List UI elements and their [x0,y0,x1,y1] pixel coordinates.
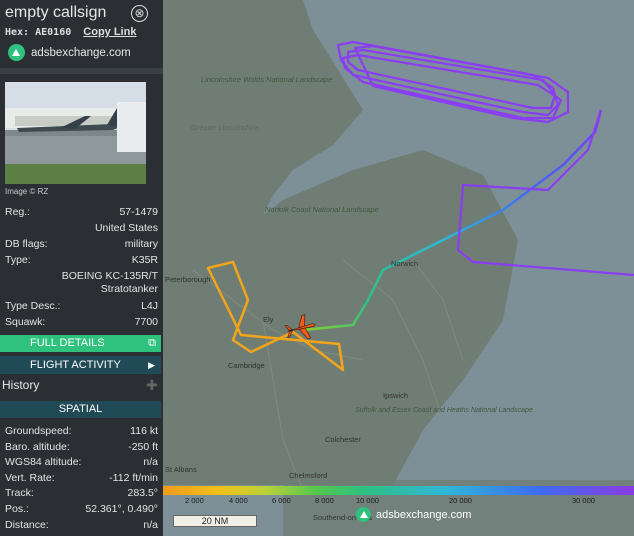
legend-label: 8 000 [315,496,334,505]
adsb-link[interactable]: adsbexchange.com [8,44,131,61]
legend-label: 6 000 [272,496,291,505]
map-brand-logo: adsbexchange.com [356,507,471,522]
spatial-row: Distance: n/a [5,518,158,531]
aircraft-info-panel: empty callsign ⊗ Hex: AE0160 Copy Link a… [0,0,163,536]
place-label-chelmsford: Chelmsford [289,471,327,480]
divider [0,68,163,74]
map-canvas[interactable]: Lincolnshire Wolds National Landscape Gr… [163,0,634,536]
place-label-st-albans: St Albans [165,465,197,474]
detail-row: Squawk: 7700 [5,316,158,328]
hex-value: AE0160 [35,27,72,38]
spatial-row: WGS84 altitude: n/a [5,456,158,469]
altitude-legend-bar [163,486,634,495]
place-label-norwich: Norwich [391,259,418,268]
spatial-row: Track: 283.5° [5,487,158,500]
close-button[interactable]: ⊗ [131,5,148,22]
spatial-row: Baro. altitude: -250 ft [5,440,158,453]
photo-credit: Image © RZ [5,187,49,196]
place-label-ipswich: Ipswich [383,391,408,400]
history-header[interactable]: History [2,378,39,392]
place-label-peterborough: Peterborough [165,275,210,284]
adsb-link-text[interactable]: adsbexchange.com [31,47,131,59]
hex-row: Hex: AE0160 Copy Link [5,26,136,38]
flight-activity-button[interactable]: FLIGHT ACTIVITY ▶ [0,356,161,374]
detail-row: Type Desc.: L4J [5,300,158,312]
legend-label: 30 000 [572,496,595,505]
place-label-cambridge: Cambridge [228,361,265,370]
full-details-button[interactable]: FULL DETAILS ⧉ [0,335,161,352]
place-label-colchester: Colchester [325,435,361,444]
expand-icon[interactable]: ✚ [146,377,158,394]
aircraft-details: Reg.: 57-1479 United States DB flags: mili… [5,204,158,330]
aircraft-photo[interactable] [5,82,146,184]
chevron-right-icon: ▶ [148,360,155,370]
external-link-icon: ⧉ [148,337,156,349]
legend-label: 10 000 [356,496,379,505]
adsb-logo-icon [356,507,371,522]
map-brand-text: adsbexchange.com [376,508,472,521]
map-scale: 20 NM [173,515,257,527]
adsb-logo-icon [8,44,25,61]
spatial-row: Groundspeed: 116 kt [5,425,158,437]
detail-row: United States [94,222,158,234]
spatial-section-header[interactable]: SPATIAL [0,401,161,418]
legend-label: 2 000 [185,496,204,505]
place-label-suffolk-essex: Suffolk and Essex Coast and Heaths Natio… [355,407,533,414]
aircraft-photo-image [5,82,146,184]
legend-label: 4 000 [229,496,248,505]
detail-row: Type: K35R [5,254,158,266]
spatial-row: Pos.: 52.361°, 0.490° [5,502,158,515]
place-label-greater-lincolnshire: Greater Lincolnshire [191,123,259,132]
copy-link[interactable]: Copy Link [83,26,136,38]
detail-row: Reg.: 57-1479 [5,206,158,218]
place-label-norfolk-coast: Norfolk Coast National Landscape [265,205,379,214]
full-details-label[interactable]: FULL DETAILS [30,337,105,349]
detail-row: DB flags: military [5,238,158,250]
flight-activity-label[interactable]: FLIGHT ACTIVITY [30,359,121,371]
hex-label: Hex: [5,27,30,38]
spatial-row: Vert. Rate: -112 ft/min [5,471,158,484]
legend-label: 20 000 [449,496,472,505]
detail-row: BOEING KC-135R/T Stratotanker [61,270,158,295]
map-view[interactable]: Lincolnshire Wolds National Landscape Gr… [163,0,634,536]
spatial-details: Groundspeed: 116 kt Baro. altitude: -250 f… [5,424,158,533]
callsign-title: empty callsign [5,4,107,21]
place-label-ely: Ely [263,315,274,324]
place-label-lincolnshire-wolds: Lincolnshire Wolds National Landscape [201,75,332,84]
